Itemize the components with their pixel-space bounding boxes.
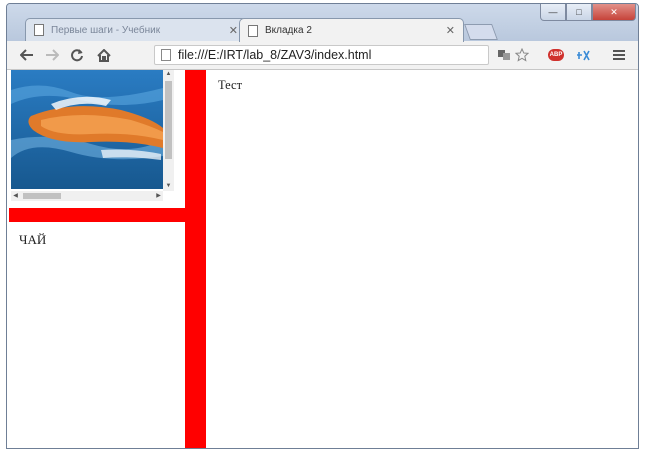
reload-button[interactable] [67, 45, 87, 65]
title-bar: Первые шаги - Учебник ✕ Вкладка 2 ✕ — □ … [7, 4, 638, 42]
adblock-icon[interactable]: ABP [548, 49, 564, 61]
close-window-button[interactable]: ✕ [592, 4, 636, 21]
left-frame: ▲ ▼ ◀ ▶ ЧАЙ [9, 70, 185, 448]
page-viewport: ▲ ▼ ◀ ▶ ЧАЙ Тест [7, 70, 638, 448]
left-frame-text: ЧАЙ [19, 232, 47, 247]
scroll-right-icon[interactable]: ▶ [154, 191, 163, 201]
page-icon [248, 24, 258, 37]
star-icon [515, 48, 529, 62]
bookmark-star-button[interactable] [513, 45, 531, 65]
translate-icon [498, 50, 510, 60]
dolphin-image [11, 70, 163, 189]
tab-close-icon[interactable]: ✕ [229, 24, 238, 37]
url-text: file:///E:/IRT/lab_8/ZAV3/index.html [178, 48, 372, 62]
tab-title: Первые шаги - Учебник [51, 24, 161, 36]
back-button[interactable] [17, 45, 37, 65]
right-frame: Тест [206, 70, 638, 448]
address-bar[interactable]: file:///E:/IRT/lab_8/ZAV3/index.html [154, 45, 489, 65]
hamburger-menu-icon [613, 50, 625, 60]
translate-button[interactable] [495, 45, 513, 65]
window-controls: — □ ✕ [540, 4, 636, 22]
frame-border-vertical[interactable] [185, 70, 206, 448]
new-tab-button[interactable] [464, 24, 498, 40]
tab-active[interactable]: Вкладка 2 ✕ [239, 18, 464, 42]
forward-button[interactable] [42, 45, 62, 65]
browser-window: Первые шаги - Учебник ✕ Вкладка 2 ✕ — □ … [6, 3, 639, 449]
reload-icon [71, 49, 83, 62]
menu-button[interactable] [610, 45, 628, 65]
scroll-up-icon[interactable]: ▲ [163, 70, 174, 79]
minimize-button[interactable]: — [540, 4, 566, 21]
extension-icon [577, 50, 590, 61]
maximize-button[interactable]: □ [566, 4, 592, 21]
browser-toolbar: file:///E:/IRT/lab_8/ZAV3/index.html ABP [7, 41, 638, 70]
scroll-thumb[interactable] [23, 193, 61, 199]
page-icon [34, 24, 44, 36]
page-icon [161, 49, 171, 61]
frame-border-horizontal[interactable] [9, 208, 185, 222]
home-button[interactable] [94, 45, 114, 65]
tab-close-icon[interactable]: ✕ [446, 24, 455, 37]
image-vertical-scrollbar[interactable]: ▲ ▼ [163, 70, 174, 191]
extension-button[interactable] [573, 45, 593, 65]
scroll-down-icon[interactable]: ▼ [163, 182, 174, 191]
tab-first-steps[interactable]: Первые шаги - Учебник ✕ [25, 18, 247, 41]
image-horizontal-scrollbar[interactable]: ◀ ▶ [11, 191, 163, 201]
arrow-right-icon [46, 49, 59, 61]
right-frame-text: Тест [218, 78, 243, 92]
scroll-thumb[interactable] [165, 81, 172, 159]
home-icon [97, 48, 111, 62]
tab-title: Вкладка 2 [265, 25, 312, 36]
scroll-left-icon[interactable]: ◀ [11, 191, 20, 201]
arrow-left-icon [20, 49, 33, 61]
